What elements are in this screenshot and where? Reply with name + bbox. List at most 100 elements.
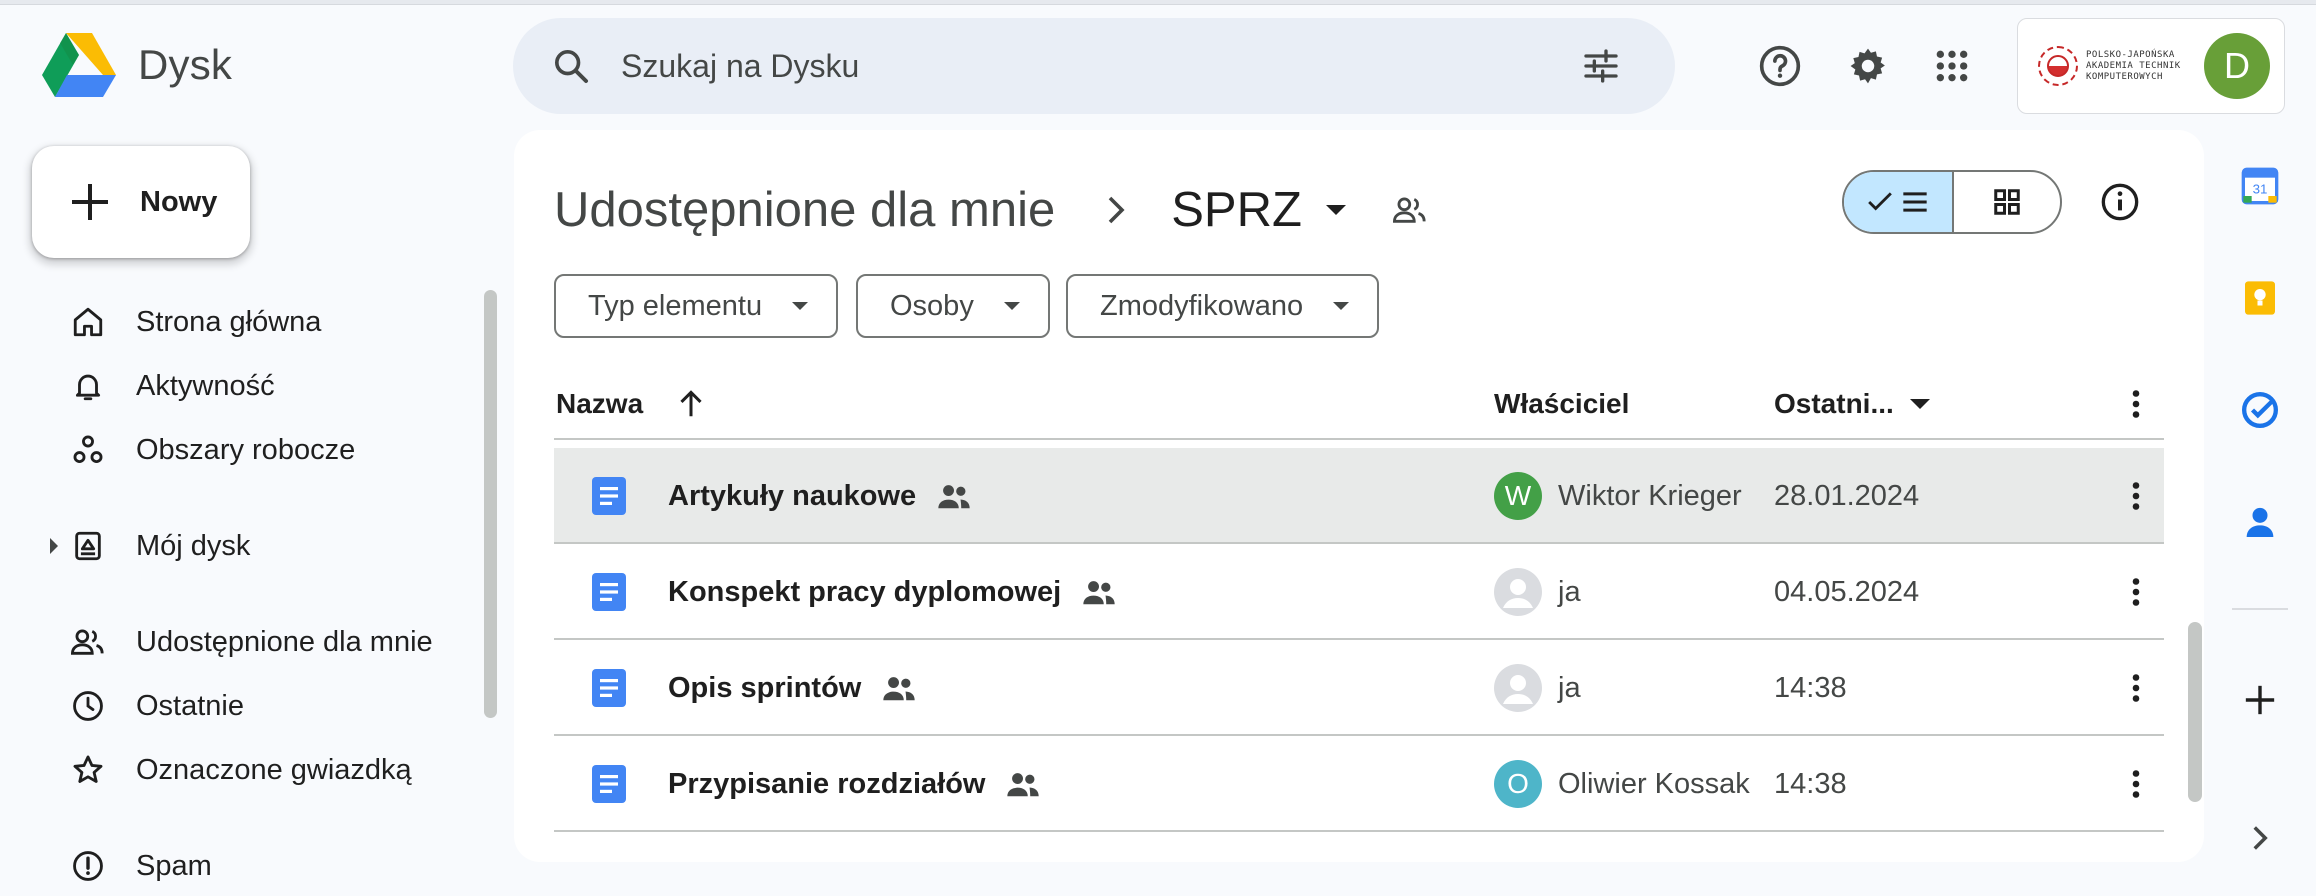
app-name: Dysk bbox=[138, 41, 233, 88]
shared-people-icon bbox=[1005, 766, 1041, 802]
contacts-icon[interactable] bbox=[2230, 492, 2290, 552]
expand-arrow-icon[interactable] bbox=[50, 538, 58, 554]
filter-type-chip[interactable]: Typ elementu bbox=[554, 274, 839, 338]
shared-people-icon bbox=[1081, 574, 1117, 610]
spam-icon bbox=[68, 846, 108, 886]
owner-cell: O Oliwier Kossak bbox=[1494, 736, 1750, 832]
my-drive-icon bbox=[68, 526, 108, 566]
more-options-icon[interactable] bbox=[2112, 368, 2160, 440]
plus-icon bbox=[70, 182, 110, 222]
keep-icon[interactable] bbox=[2230, 268, 2290, 328]
drive-logo-icon bbox=[42, 33, 116, 97]
owner-cell: W Wiktor Krieger bbox=[1494, 448, 1742, 544]
list-view-button[interactable] bbox=[1844, 172, 1954, 232]
add-icon[interactable] bbox=[2230, 670, 2290, 730]
filter-people-chip[interactable]: Osoby bbox=[856, 274, 1050, 338]
sidebar-item-shared-with-me[interactable]: Udostępnione dla mnie bbox=[0, 610, 480, 674]
owner-name: Oliwier Kossak bbox=[1558, 767, 1750, 800]
file-name[interactable]: Konspekt pracy dyplomowej bbox=[668, 544, 1117, 640]
apps-grid-icon[interactable] bbox=[1922, 36, 1982, 96]
breadcrumb-parent[interactable]: Udostępnione dla mnie bbox=[554, 182, 1055, 238]
column-header-owner[interactable]: Właściciel bbox=[1494, 368, 1629, 440]
sidebar-item-spam[interactable]: Spam bbox=[0, 834, 480, 896]
settings-gear-icon[interactable] bbox=[1838, 36, 1898, 96]
breadcrumb: Udostępnione dla mnie SPRZ bbox=[554, 170, 1432, 250]
table-row[interactable]: Artykuły naukowe W Wiktor Krieger 28.01.202… bbox=[554, 448, 2164, 544]
owner-name: Wiktor Krieger bbox=[1558, 479, 1742, 512]
filter-label: Osoby bbox=[890, 289, 974, 322]
table-row[interactable]: Konspekt pracy dyplomowej ja 04.05.2024 bbox=[554, 544, 2164, 640]
sidebar-item-home[interactable]: Strona główna bbox=[0, 290, 480, 354]
modified-date: 14:38 bbox=[1774, 671, 1847, 704]
file-name[interactable]: Opis sprintów bbox=[668, 640, 917, 736]
column-header-name[interactable]: Nazwa bbox=[556, 368, 705, 440]
breadcrumb-current[interactable]: SPRZ bbox=[1171, 182, 1302, 238]
search-options-icon[interactable] bbox=[1573, 38, 1629, 94]
more-options-icon[interactable] bbox=[2112, 568, 2160, 616]
bell-icon bbox=[68, 366, 108, 406]
sidebar-item-label: Ostatnie bbox=[136, 689, 244, 722]
google-docs-icon bbox=[592, 573, 626, 611]
table-row[interactable]: Opis sprintów ja 14:38 bbox=[554, 640, 2164, 736]
drive-logo[interactable]: Dysk bbox=[42, 30, 232, 100]
sidebar-item-recent[interactable]: Ostatnie bbox=[0, 674, 480, 738]
search-bar[interactable]: Szukaj na Dysku bbox=[513, 18, 1675, 114]
file-name[interactable]: Artykuły naukowe bbox=[668, 448, 972, 544]
sidebar-item-label: Oznaczone gwiazdką bbox=[136, 753, 412, 786]
modified-date: 14:38 bbox=[1774, 767, 1847, 800]
checkmark-icon bbox=[1868, 192, 1892, 211]
shared-folder-icon[interactable] bbox=[1388, 188, 1432, 232]
content-scrollbar[interactable] bbox=[2188, 622, 2202, 802]
column-header-modified[interactable]: Ostatni... bbox=[1774, 368, 1930, 440]
sidebar-item-starred[interactable]: Oznaczone gwiazdką bbox=[0, 738, 480, 802]
sidebar-item-workspaces[interactable]: Obszary robocze bbox=[0, 418, 480, 482]
filter-modified-chip[interactable]: Zmodyfikowano bbox=[1066, 274, 1380, 338]
main-content: Udostępnione dla mnie SPRZ Typ elementu … bbox=[514, 130, 2204, 862]
sidebar-item-my-drive[interactable]: Mój dysk bbox=[0, 514, 480, 578]
sidebar-item-label: Mój dysk bbox=[136, 529, 251, 562]
help-icon[interactable] bbox=[1750, 36, 1810, 96]
view-toggle bbox=[1842, 170, 2062, 234]
google-docs-icon bbox=[592, 765, 626, 803]
search-icon[interactable] bbox=[543, 38, 599, 94]
chevron-right-icon[interactable] bbox=[2230, 808, 2290, 868]
calendar-icon[interactable]: 31 bbox=[2230, 156, 2290, 216]
tasks-icon[interactable] bbox=[2230, 380, 2290, 440]
table-row[interactable]: Przypisanie rozdziałów O Oliwier Kossak 14:… bbox=[554, 736, 2164, 832]
new-button-label: Nowy bbox=[140, 185, 218, 218]
account-switcher[interactable]: POLSKO-JAPOŃSKA AKADEMIA TECHNIK KOMPUTE… bbox=[2017, 18, 2285, 114]
file-name[interactable]: Przypisanie rozdziałów bbox=[668, 736, 1041, 832]
sidebar-item-label: Spam bbox=[136, 849, 212, 882]
owner-avatar bbox=[1494, 568, 1542, 616]
grid-view-button[interactable] bbox=[1954, 172, 2060, 232]
owner-avatar bbox=[1494, 664, 1542, 712]
sort-ascending-arrow-icon[interactable] bbox=[677, 389, 705, 419]
sidebar-item-label: Strona główna bbox=[136, 305, 322, 338]
account-avatar[interactable]: D bbox=[2204, 33, 2270, 99]
google-docs-icon bbox=[592, 477, 626, 515]
search-input[interactable]: Szukaj na Dysku bbox=[621, 48, 1573, 85]
sidebar-item-activity[interactable]: Aktywność bbox=[0, 354, 480, 418]
owner-name: ja bbox=[1558, 671, 1581, 704]
owner-cell: ja bbox=[1494, 640, 1581, 736]
info-icon[interactable] bbox=[2090, 172, 2150, 232]
dropdown-arrow-icon bbox=[1003, 302, 1020, 310]
sidebar-scrollbar[interactable] bbox=[484, 290, 497, 718]
shared-people-icon bbox=[936, 478, 972, 514]
google-docs-icon bbox=[592, 669, 626, 707]
more-options-icon[interactable] bbox=[2112, 664, 2160, 712]
owner-name: ja bbox=[1558, 575, 1581, 608]
more-options-icon[interactable] bbox=[2112, 472, 2160, 520]
new-button[interactable]: Nowy bbox=[32, 146, 250, 258]
owner-avatar: W bbox=[1494, 472, 1542, 520]
modified-date: 28.01.2024 bbox=[1774, 479, 1920, 512]
rail-divider bbox=[2232, 608, 2288, 610]
filter-label: Typ elementu bbox=[588, 289, 763, 322]
clock-icon bbox=[68, 686, 108, 726]
owner-avatar: O bbox=[1494, 760, 1542, 808]
folder-menu-dropdown-icon[interactable] bbox=[1325, 205, 1346, 215]
more-options-icon[interactable] bbox=[2112, 760, 2160, 808]
dropdown-arrow-icon[interactable] bbox=[1909, 399, 1930, 409]
table-header: Nazwa Właściciel Ostatni... bbox=[554, 368, 2164, 440]
svg-text:31: 31 bbox=[2253, 182, 2268, 197]
